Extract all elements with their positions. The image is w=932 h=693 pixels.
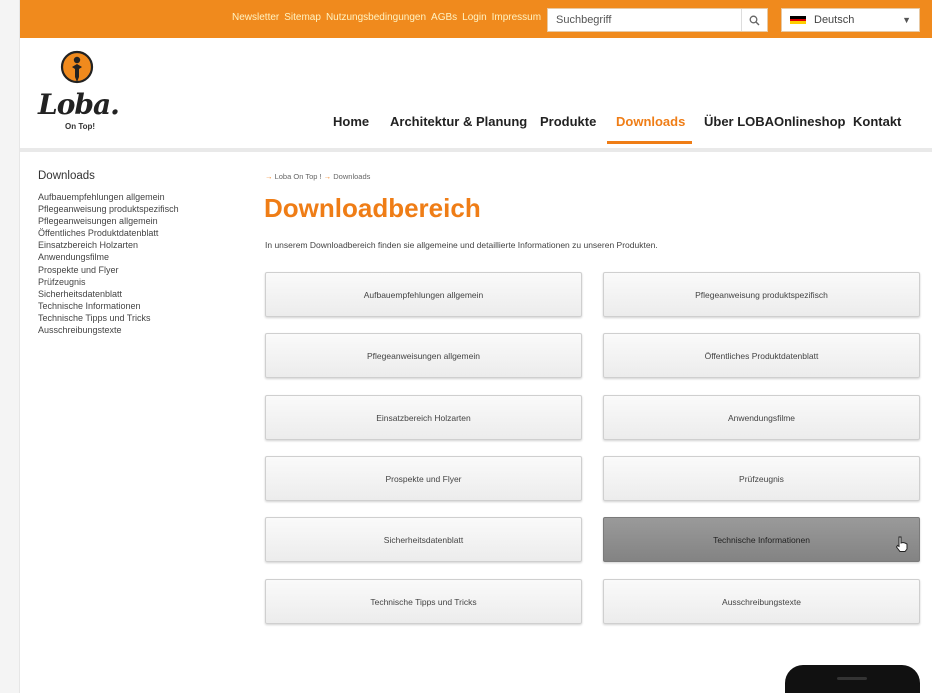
search-box [547,8,768,32]
language-label: Deutsch [814,14,855,26]
top-links: Newsletter Sitemap Nutzungsbedingungen A… [232,12,541,23]
tile-tipps-tricks[interactable]: Technische Tipps und Tricks [265,579,582,624]
nav-downloads[interactable]: Downloads [616,114,685,129]
intro-text: In unserem Downloadbereich finden sie al… [265,240,658,250]
nav-architecture[interactable]: Architektur & Planung [390,114,527,129]
sidebar-title: Downloads [38,170,95,182]
german-flag-icon [790,16,806,25]
breadcrumb-current: Downloads [333,172,371,181]
device-speaker [837,677,867,680]
sidebar-item-tipps-tricks[interactable]: Technische Tipps und Tricks [38,312,238,324]
search-input[interactable] [548,9,741,31]
left-edge [0,0,20,693]
main-nav: Home Architektur & Planung Produkte Down… [20,112,932,142]
nav-contact[interactable]: Kontakt [853,114,901,129]
sitemap-link[interactable]: Sitemap [284,12,321,23]
language-select[interactable]: Deutsch ▼ [781,8,920,32]
agb-link[interactable]: AGBs [431,12,457,23]
newsletter-link[interactable]: Newsletter [232,12,279,23]
terms-link[interactable]: Nutzungsbedingungen [326,12,426,23]
nav-onlineshop[interactable]: Onlineshop [774,114,846,129]
nav-about[interactable]: Über LOBA [704,114,774,129]
sidebar-item-sicherheitsdatenblatt[interactable]: Sicherheitsdatenblatt [38,288,238,300]
breadcrumb-arrow: → [265,172,273,181]
tile-holzarten[interactable]: Einsatzbereich Holzarten [265,395,582,440]
logo-emblem-icon [60,50,94,84]
sidebar-item-anwendungsfilme[interactable]: Anwendungsfilme [38,251,238,263]
tile-ausschreibungstexte[interactable]: Ausschreibungstexte [603,579,920,624]
breadcrumb-arrow: → [323,172,332,181]
sidebar-item-produktdatenblatt[interactable]: Öffentliches Produktdatenblatt [38,227,238,239]
imprint-link[interactable]: Impressum [492,12,541,23]
tile-prospekte[interactable]: Prospekte und Flyer [265,456,582,501]
tile-aufbauempfehlungen[interactable]: Aufbauempfehlungen allgemein [265,272,582,317]
sidebar-item-technische-informationen[interactable]: Technische Informationen [38,300,238,312]
sidebar-item-ausschreibungstexte[interactable]: Ausschreibungstexte [38,324,238,336]
tile-pflegeanweisungen-allgemein[interactable]: Pflegeanweisungen allgemein [265,333,582,378]
tile-anwendungsfilme[interactable]: Anwendungsfilme [603,395,920,440]
sidebar-item-pflegeanweisungen-allgemein[interactable]: Pflegeanweisungen allgemein [38,215,238,227]
sidebar-item-pflegeanweisung-produktspezifisch[interactable]: Pflegeanweisung produktspezifisch [38,203,238,215]
tile-produktdatenblatt[interactable]: Öffentliches Produktdatenblatt [603,333,920,378]
nav-active-underline [607,141,692,144]
tile-pruefzeugnis[interactable]: Prüfzeugnis [603,456,920,501]
sidebar-item-holzarten[interactable]: Einsatzbereich Holzarten [38,239,238,251]
sidebar-list: Aufbauempfehlungen allgemein Pflegeanwei… [38,191,238,336]
sidebar-item-prospekte[interactable]: Prospekte und Flyer [38,264,238,276]
sidebar-item-aufbauempfehlungen[interactable]: Aufbauempfehlungen allgemein [38,191,238,203]
search-button[interactable] [741,9,767,31]
tile-pflegeanweisung-produktspezifisch[interactable]: Pflegeanweisung produktspezifisch [603,272,920,317]
tile-technische-informationen[interactable]: Technische Informationen [603,517,920,562]
page: Newsletter Sitemap Nutzungsbedingungen A… [0,0,932,693]
header-divider [20,148,932,152]
breadcrumb-home[interactable]: Loba On Top ! [275,172,322,181]
hand-cursor-icon [895,536,908,552]
login-link[interactable]: Login [462,12,486,23]
nav-products[interactable]: Produkte [540,114,596,129]
breadcrumb: → Loba On Top ! → Downloads [265,172,370,181]
search-icon [749,15,760,25]
sidebar: Downloads Aufbauempfehlungen allgemein P… [38,170,238,336]
chevron-down-icon: ▼ [902,15,911,25]
nav-home[interactable]: Home [333,114,369,129]
sidebar-item-pruefzeugnis[interactable]: Prüfzeugnis [38,276,238,288]
page-title: Downloadbereich [264,193,481,223]
device-corner [785,665,920,693]
tile-sicherheitsdatenblatt[interactable]: Sicherheitsdatenblatt [265,517,582,562]
